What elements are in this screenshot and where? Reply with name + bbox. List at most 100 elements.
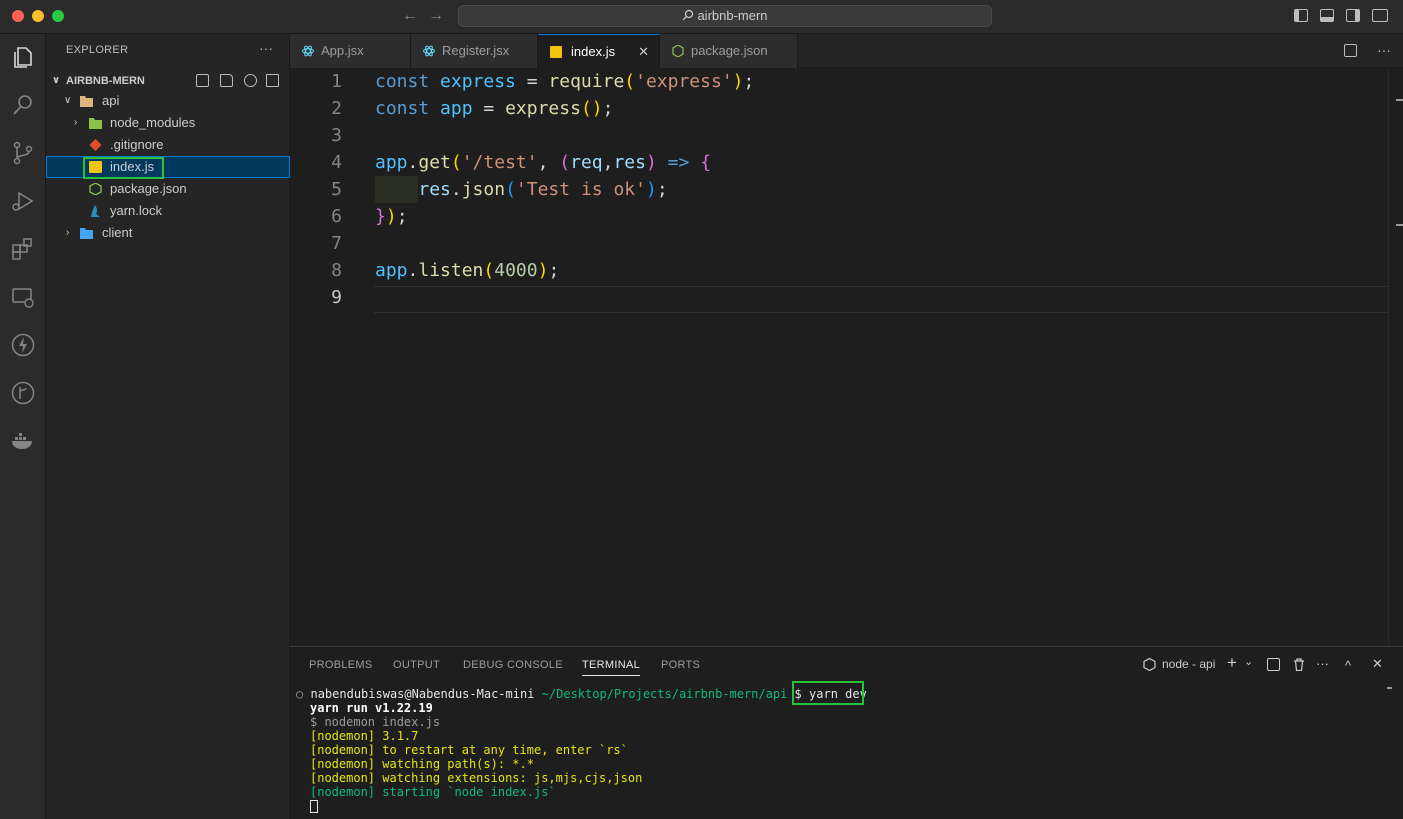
toggle-secondary-sidebar-icon[interactable] [1346,9,1360,22]
tree-folder-client[interactable]: › client [46,222,290,244]
tab-register-jsx[interactable]: Register.jsx [411,34,538,68]
annotation-highlight [792,681,864,705]
editor-more-actions[interactable]: ··· [1377,42,1391,58]
token: ) [732,71,744,92]
tab-index-js[interactable]: index.js ✕ [538,34,660,68]
token: ; [396,206,408,227]
tree-label: index.js [110,159,155,174]
customize-layout-icon[interactable] [1372,9,1388,22]
docker-icon[interactable] [10,428,36,454]
chevron-right-icon: › [66,227,70,238]
tab-debug-console[interactable]: DEBUG CONSOLE [463,659,563,671]
search-icon [683,9,694,21]
token: ) [385,206,397,227]
terminal-cursor [310,800,318,813]
new-folder-icon[interactable] [220,74,233,87]
panel-more-actions[interactable]: ··· [1316,656,1329,671]
terminal-line: yarn run v1.22.19 [310,701,433,715]
terminal-line: [nodemon] starting `node index.js` [310,785,556,799]
minimize-window-button[interactable] [32,10,44,22]
nodejs-file-icon [672,45,684,57]
token: ) [645,152,657,173]
tree-file-yarn-lock[interactable]: yarn.lock [46,200,290,222]
tree-folder-api[interactable]: ∨ api [46,90,290,112]
token: const [375,98,430,119]
trash-icon[interactable] [1293,658,1305,671]
explorer-sidebar: EXPLORER ··· ∨ AIRBNB-MERN ∨ api › node_… [46,34,290,819]
token: } [375,206,386,227]
refresh-icon[interactable] [244,74,257,87]
line-number: 2 [331,98,342,119]
tab-close-icon[interactable]: ✕ [638,35,649,68]
terminal-scrollbar-marker [1387,687,1392,689]
prompt-status-marker: ○ [296,687,304,701]
back-arrow-icon[interactable]: ← [402,7,418,25]
terminal-dropdown-icon[interactable]: ⌄ [1244,655,1253,668]
token: res [613,152,646,173]
folder-open-icon [80,96,93,107]
split-editor-icon[interactable] [1344,44,1357,57]
tree-file-gitignore[interactable]: .gitignore [46,134,290,156]
forward-arrow-icon[interactable]: → [428,7,444,25]
token: ; [548,260,560,281]
token: . [407,152,419,173]
prompt-path: ~/Desktop/Projects/airbnb-mern/api [541,687,788,701]
line-number: 8 [331,260,342,281]
lightning-icon[interactable] [10,332,36,358]
collapse-all-icon[interactable] [266,74,279,87]
tree-label: .gitignore [110,137,164,152]
close-panel-icon[interactable]: ✕ [1372,656,1383,672]
code-editor[interactable]: 1 const express = require('express'); 2 … [290,68,1403,646]
js-file-icon [550,46,562,58]
line-number: 1 [331,71,342,92]
token: ) [537,260,549,281]
tree-file-index-js[interactable]: index.js [46,156,290,179]
chevron-right-icon: › [74,117,78,128]
explorer-more-actions[interactable]: ··· [259,40,273,56]
editor-scrollbar[interactable] [1388,68,1403,646]
zoom-window-button[interactable] [52,10,64,22]
tab-label: package.json [691,43,768,58]
tree-folder-node-modules[interactable]: › node_modules [46,112,290,134]
source-control-icon[interactable] [10,140,36,166]
token: ; [656,179,668,200]
new-terminal-icon[interactable]: + [1227,653,1237,673]
token: ) [645,179,657,200]
tab-package-json[interactable]: package.json [660,34,798,68]
tab-problems[interactable]: PROBLEMS [309,659,373,671]
files-icon[interactable] [10,44,36,70]
run-debug-icon[interactable] [10,188,36,214]
tab-terminal[interactable]: TERMINAL [582,659,641,676]
terminal-instance-name[interactable]: node - api [1162,657,1215,671]
tab-app-jsx[interactable]: App.jsx [290,34,411,68]
new-file-icon[interactable] [196,74,209,87]
tree-file-package-json[interactable]: package.json [46,178,290,200]
chevron-down-icon: ∨ [64,95,72,106]
split-terminal-icon[interactable] [1267,658,1280,671]
token: , [602,152,614,173]
token: 'Test is ok' [515,179,646,200]
search-icon[interactable] [10,92,36,118]
git-file-icon [89,139,102,151]
token: app [375,260,408,281]
command-center[interactable]: airbnb-mern [458,5,992,27]
window-title: airbnb-mern [697,8,768,23]
folder-icon [80,228,93,239]
token: 4000 [494,260,538,281]
code-line: 5 res.json('Test is ok'); [290,176,1388,203]
yarn-file-icon [91,205,100,217]
scrollbar-marker [1396,224,1403,226]
extensions-icon[interactable] [10,236,36,262]
tab-output[interactable]: OUTPUT [393,659,440,671]
tab-ports[interactable]: PORTS [661,659,700,671]
editor-tab-bar: App.jsx Register.jsx index.js ✕ package.… [290,34,1403,68]
maximize-panel-icon[interactable]: ^ [1345,658,1351,673]
git-graph-icon[interactable] [10,380,36,406]
close-window-button[interactable] [12,10,24,22]
toggle-primary-sidebar-icon[interactable] [1294,9,1308,22]
prompt-user: nabendubiswas@Nabendus-Mac-mini [310,687,535,701]
remote-explorer-icon[interactable] [10,284,36,310]
token: ( [624,71,636,92]
toggle-panel-icon[interactable] [1320,9,1334,22]
js-file-icon [89,161,102,173]
